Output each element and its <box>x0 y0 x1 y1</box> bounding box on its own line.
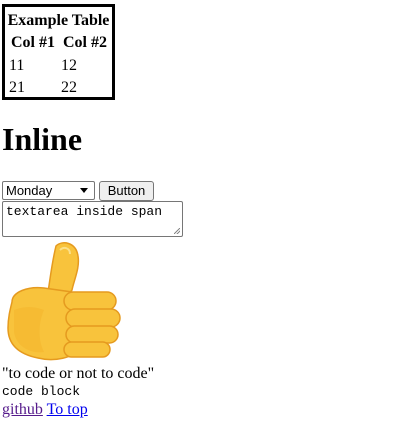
example-table: Example Table Col #1 Col #2 11 12 21 22 <box>2 4 115 100</box>
chevron-down-icon <box>80 188 88 193</box>
table-caption: Example Table <box>7 12 110 29</box>
resize-grip-icon[interactable] <box>174 228 180 234</box>
quote-text: "to code or not to code" <box>2 365 155 382</box>
button[interactable]: Button <box>99 181 154 201</box>
textarea-value: textarea inside span <box>6 204 163 219</box>
page-heading: Inline <box>2 121 83 157</box>
to-top-link[interactable]: To top <box>47 401 88 418</box>
code-block: code block <box>2 384 81 399</box>
table-header-col2: Col #2 <box>63 34 107 51</box>
table-cell: 11 <box>9 57 25 74</box>
link-row: github To top <box>2 401 88 419</box>
table-cell: 12 <box>61 57 77 74</box>
table-cell: 22 <box>61 79 77 96</box>
day-select[interactable]: Monday <box>2 181 95 200</box>
table-cell: 21 <box>9 79 25 96</box>
thumbs-up-icon <box>7 242 121 361</box>
table-header-col1: Col #1 <box>11 34 55 51</box>
textarea-field[interactable]: textarea inside span <box>2 201 183 237</box>
github-link[interactable]: github <box>2 401 43 418</box>
day-select-value: Monday <box>6 183 53 198</box>
